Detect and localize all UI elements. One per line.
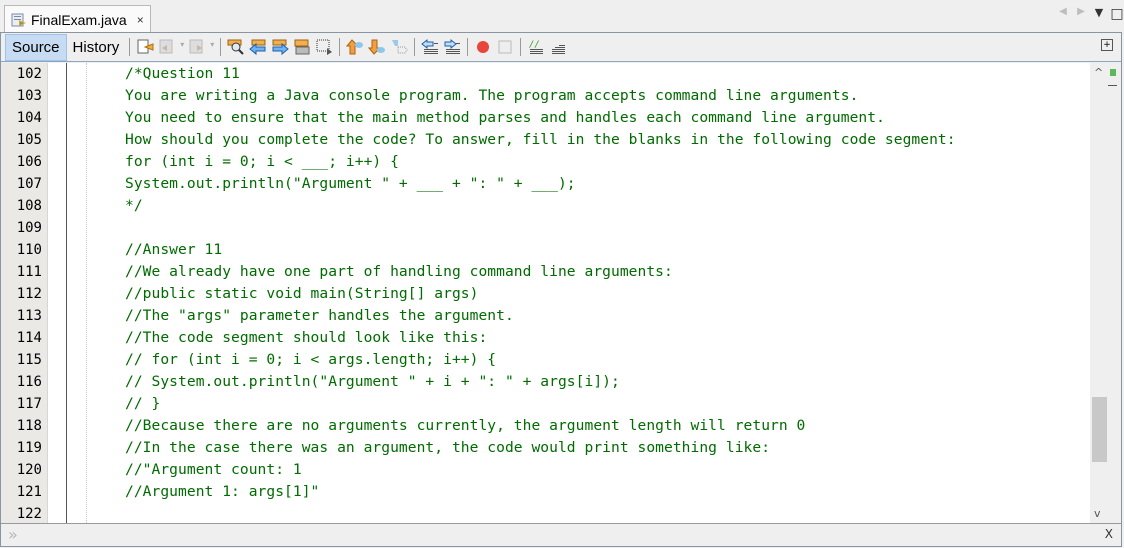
code-line[interactable]: /*Question 11 xyxy=(125,63,240,85)
toolbar-separator xyxy=(520,38,522,56)
forward-icon[interactable] xyxy=(188,38,214,56)
no-errors-status-icon xyxy=(1110,69,1116,76)
line-number: 104 xyxy=(16,110,42,126)
toolbar-separator xyxy=(467,38,469,56)
code-line[interactable]: System.out.println("Argument " + ___ + "… xyxy=(125,173,576,195)
scrollbar-thumb[interactable] xyxy=(1092,397,1107,462)
shift-left-icon[interactable] xyxy=(421,38,439,56)
code-line[interactable]: //The code segment should look like this… xyxy=(125,327,487,349)
expand-toolbar-icon[interactable]: + xyxy=(1101,39,1113,51)
start-macro-recording-icon[interactable] xyxy=(474,38,492,56)
code-line[interactable]: //public static void main(String[] args) xyxy=(125,283,478,305)
previous-bookmark-icon[interactable] xyxy=(346,38,364,56)
toolbar-separator xyxy=(339,38,341,56)
code-line[interactable]: How should you complete the code? To ans… xyxy=(125,129,956,151)
line-number: 108 xyxy=(16,198,42,214)
code-line[interactable]: for (int i = 0; i < ___; i++) { xyxy=(125,151,399,173)
scroll-tabs-left-icon[interactable]: ◀ xyxy=(1054,6,1072,22)
find-icon[interactable] xyxy=(227,38,245,56)
line-number: 113 xyxy=(16,308,42,324)
file-tab-title: FinalExam.java xyxy=(31,11,127,28)
line-number: 118 xyxy=(16,418,42,434)
code-line[interactable]: //Argument 1: args[1]" xyxy=(125,481,319,503)
close-tab-icon[interactable]: × xyxy=(137,13,144,27)
error-stripe-up-icon[interactable]: ^ xyxy=(1094,66,1103,79)
code-line[interactable]: //Because there are no arguments current… xyxy=(125,415,805,437)
line-number: 116 xyxy=(16,374,42,390)
line-number: 110 xyxy=(16,242,42,258)
stop-macro-recording-icon[interactable] xyxy=(496,38,514,56)
caret-position-mark xyxy=(1108,85,1117,86)
editor-frame: Source History // + xyxy=(0,32,1122,547)
toggle-bookmark-icon[interactable] xyxy=(390,38,408,56)
code-line[interactable]: //"Argument count: 1 xyxy=(125,459,302,481)
line-number: 102 xyxy=(16,66,42,82)
find-previous-icon[interactable] xyxy=(249,38,267,56)
line-number-gutter: 102 103 104 105 106 107 108 109 110 111 112 113 114 1… xyxy=(1,63,48,523)
line-number: 106 xyxy=(16,154,42,170)
window-controls: ◀ ▶ ▼ □ xyxy=(1054,6,1124,22)
code-editor[interactable]: 102 103 104 105 106 107 108 109 110 111 112 113 114 1… xyxy=(1,63,1121,523)
line-number: 109 xyxy=(16,220,42,236)
code-line[interactable]: */ xyxy=(125,195,143,217)
editor-toolbar: Source History // + xyxy=(1,33,1121,62)
code-line[interactable]: // for (int i = 0; i < args.length; i++)… xyxy=(125,349,496,371)
line-number: 122 xyxy=(16,506,42,522)
expand-search-chevron-icon[interactable]: » xyxy=(8,525,18,544)
shift-right-icon[interactable] xyxy=(443,38,461,56)
line-number: 107 xyxy=(16,176,42,192)
toolbar-separator xyxy=(220,38,222,56)
find-next-icon[interactable] xyxy=(271,38,289,56)
line-number: 112 xyxy=(16,286,42,302)
toggle-highlight-icon[interactable] xyxy=(293,38,311,56)
scroll-down-icon[interactable]: v xyxy=(1094,507,1101,520)
vertical-scrollbar[interactable]: ^ v xyxy=(1090,63,1121,523)
line-number: 119 xyxy=(16,440,42,456)
line-number: 115 xyxy=(16,352,42,368)
source-tab-button[interactable]: Source xyxy=(5,33,67,61)
line-number: 117 xyxy=(16,396,42,412)
history-tab-button[interactable]: History xyxy=(67,34,126,61)
toggle-rect-select-icon[interactable] xyxy=(315,38,333,56)
code-line[interactable]: // } xyxy=(125,393,160,415)
next-bookmark-icon[interactable] xyxy=(368,38,386,56)
search-bar: » X xyxy=(1,523,1121,546)
back-icon[interactable] xyxy=(158,38,184,56)
line-number: 103 xyxy=(16,88,42,104)
maximize-window-icon[interactable]: □ xyxy=(1108,6,1124,22)
editor-tab-strip: FinalExam.java × ◀ ▶ ▼ □ xyxy=(0,0,1124,33)
code-line[interactable]: //In the case there was an argument, the… xyxy=(125,437,770,459)
toolbar-separator xyxy=(129,38,131,56)
uncomment-icon[interactable] xyxy=(549,38,567,56)
code-line[interactable]: // System.out.println("Argument " + i + … xyxy=(125,371,620,393)
close-search-bar-icon[interactable]: X xyxy=(1105,527,1113,541)
line-number: 114 xyxy=(16,330,42,346)
svg-text://: // xyxy=(529,40,540,50)
show-opened-documents-icon[interactable]: ▼ xyxy=(1090,6,1108,22)
comment-icon[interactable]: // xyxy=(527,38,545,56)
line-number: 120 xyxy=(16,462,42,478)
line-number: 105 xyxy=(16,132,42,148)
line-number: 121 xyxy=(16,484,42,500)
code-area[interactable]: /*Question 11 You are writing a Java cons… xyxy=(68,63,1090,523)
java-file-icon xyxy=(11,13,27,27)
last-edit-icon[interactable] xyxy=(136,38,154,56)
code-line[interactable]: You need to ensure that the main method … xyxy=(125,107,885,129)
code-line[interactable]: //We already have one part of handling c… xyxy=(125,261,673,283)
code-line[interactable]: You are writing a Java console program. … xyxy=(125,85,858,107)
file-tab[interactable]: FinalExam.java × xyxy=(4,5,151,33)
line-number: 111 xyxy=(16,264,42,280)
code-line[interactable]: //Answer 11 xyxy=(125,239,222,261)
code-line[interactable]: //The "args" parameter handles the argum… xyxy=(125,305,514,327)
indent-guide xyxy=(86,63,87,523)
toolbar-separator xyxy=(414,38,416,56)
netbeans-editor-window: FinalExam.java × ◀ ▶ ▼ □ Source History xyxy=(0,0,1124,548)
scroll-tabs-right-icon[interactable]: ▶ xyxy=(1072,6,1090,22)
fold-margin[interactable] xyxy=(48,63,67,523)
